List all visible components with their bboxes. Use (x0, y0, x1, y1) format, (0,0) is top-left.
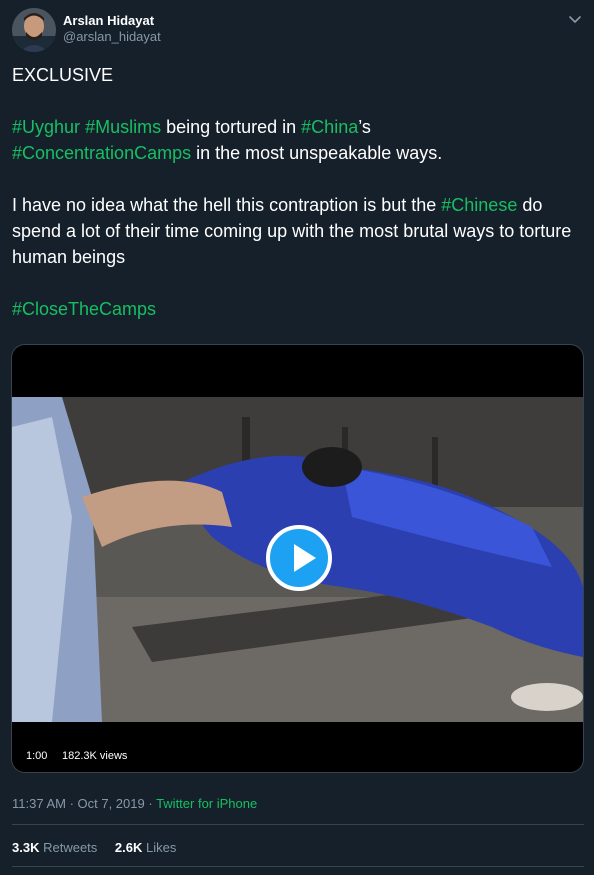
tweet-paragraph-3: I have no idea what the hell this contra… (12, 192, 584, 270)
tweet-header: Arslan Hidayat @arslan_hidayat (12, 8, 584, 52)
tweet-timestamp[interactable]: 11:37 AM · Oct 7, 2019 (12, 796, 145, 811)
hashtag-link[interactable]: #ConcentrationCamps (12, 143, 191, 163)
hashtag-link[interactable]: #Muslims (85, 117, 161, 137)
retweets-label: Retweets (43, 840, 98, 855)
tweet-text-fragment: ’s (358, 117, 371, 137)
tweet-text-fragment: in the most unspeakable ways. (191, 143, 443, 163)
video-duration: 1:00 (21, 747, 53, 765)
video-view-count: 182.3K views (57, 747, 133, 765)
user-display-name[interactable]: Arslan Hidayat (63, 13, 154, 28)
tweet-paragraph-4: #CloseTheCamps (12, 296, 584, 322)
video-player[interactable]: 1:00 182.3K views (11, 344, 584, 773)
tweet-stats: 3.3K Retweets 2.6K Likes (12, 840, 190, 855)
divider (12, 824, 584, 825)
user-handle[interactable]: @arslan_hidayat (63, 29, 161, 44)
play-button[interactable] (266, 525, 332, 591)
play-icon (294, 544, 316, 572)
tweet-source[interactable]: Twitter for iPhone (156, 796, 257, 811)
tweet-text-fragment: I have no idea what the hell this contra… (12, 195, 442, 215)
hashtag-link[interactable]: #Uyghur (12, 117, 80, 137)
tweet-text-fragment: being tortured in (161, 117, 302, 137)
meta-separator: · (144, 796, 157, 811)
avatar[interactable] (12, 8, 56, 52)
tweet-meta: 11:37 AM · Oct 7, 2019 · Twitter for iPh… (12, 796, 257, 811)
hashtag-link[interactable]: #China (301, 117, 358, 137)
likes-stat[interactable]: 2.6K Likes (115, 840, 176, 855)
avatar-photo (12, 8, 56, 52)
hashtag-link[interactable]: #CloseTheCamps (12, 299, 156, 319)
likes-count: 2.6K (114, 840, 143, 855)
hashtag-link[interactable]: #Chinese (441, 195, 517, 215)
chevron-down-icon[interactable] (566, 10, 584, 28)
likes-label: Likes (146, 840, 177, 855)
tweet-paragraph-2: #Uyghur #Muslims being tortured in #Chin… (12, 114, 584, 166)
retweets-stat[interactable]: 3.3K Retweets (12, 840, 97, 855)
divider (12, 866, 584, 867)
retweets-count: 3.3K (12, 840, 40, 855)
tweet-text: EXCLUSIVE #Uyghur #Muslims being torture… (12, 62, 584, 322)
tweet-line-exclusive: EXCLUSIVE (12, 65, 114, 85)
